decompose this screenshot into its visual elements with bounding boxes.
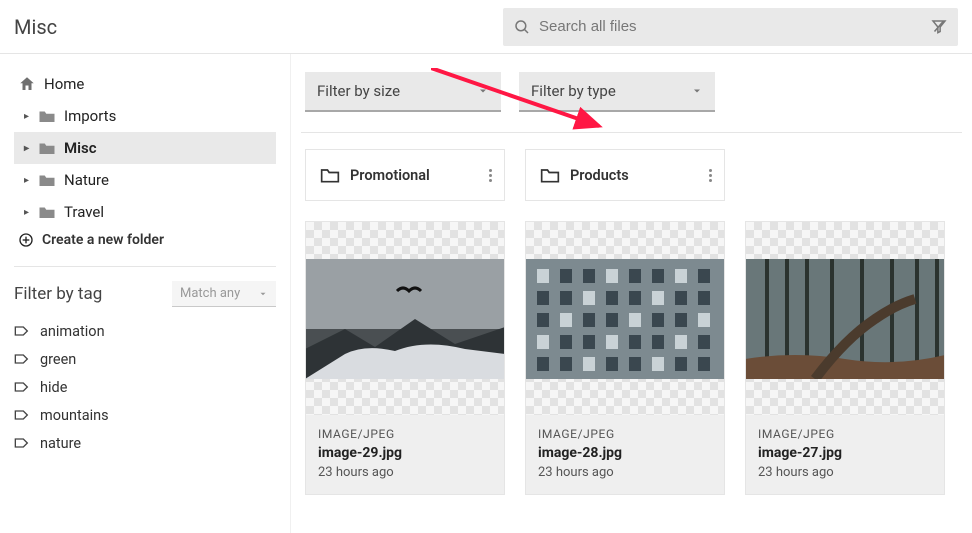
tag-icon <box>14 408 30 422</box>
image-modified-time: 23 hours ago <box>758 465 932 480</box>
tag-icon <box>14 380 30 394</box>
search-bar[interactable] <box>503 8 958 46</box>
tag-icon <box>14 436 30 450</box>
folder-icon <box>320 166 340 184</box>
image-mime-type: IMAGE/JPEG <box>318 427 492 441</box>
image-thumbnail[interactable] <box>526 222 724 415</box>
tag-icon <box>14 352 30 366</box>
sidebar-folder-label: Misc <box>64 139 97 157</box>
tag-item-animation[interactable]: animation <box>14 317 276 345</box>
folder-icon <box>38 172 56 188</box>
create-folder-button[interactable]: Create a new folder <box>14 232 276 248</box>
caret-icon: ▸ <box>24 175 34 186</box>
page-title: Misc <box>14 15 57 39</box>
caret-icon: ▸ <box>24 207 34 218</box>
chevron-down-icon <box>691 85 703 97</box>
sidebar-item-home[interactable]: Home <box>14 68 276 100</box>
sidebar-label-home: Home <box>44 75 84 93</box>
image-card[interactable]: IMAGE/JPEG image-27.jpg 23 hours ago <box>745 221 945 495</box>
filter-type-label: Filter by type <box>531 82 616 100</box>
sidebar-item-nature[interactable]: ▸ Nature <box>14 164 276 196</box>
image-mime-type: IMAGE/JPEG <box>538 427 712 441</box>
image-thumbnail[interactable] <box>746 222 944 415</box>
chevron-down-icon <box>258 289 268 299</box>
tag-item-hide[interactable]: hide <box>14 373 276 401</box>
image-modified-time: 23 hours ago <box>318 465 492 480</box>
folder-icon <box>38 108 56 124</box>
tag-item-green[interactable]: green <box>14 345 276 373</box>
image-mime-type: IMAGE/JPEG <box>758 427 932 441</box>
tag-label: nature <box>40 435 81 452</box>
folder-card-products[interactable]: Products <box>525 149 725 201</box>
folder-icon <box>38 204 56 220</box>
more-options-icon[interactable] <box>703 163 718 188</box>
caret-icon: ▸ <box>24 111 34 122</box>
filter-by-type-select[interactable]: Filter by type <box>519 72 715 112</box>
search-input[interactable] <box>539 18 930 35</box>
tag-item-nature[interactable]: nature <box>14 429 276 457</box>
sidebar-folder-label: Imports <box>64 107 116 125</box>
plus-circle-icon <box>18 232 34 248</box>
tag-mode-label: Match any <box>180 286 240 301</box>
sidebar-item-misc[interactable]: ▸ Misc <box>14 132 276 164</box>
sidebar-item-travel[interactable]: ▸ Travel <box>14 196 276 228</box>
tag-label: green <box>40 351 76 368</box>
clear-filters-icon[interactable] <box>930 18 948 36</box>
tag-label: mountains <box>40 407 109 424</box>
image-card[interactable]: IMAGE/JPEG image-28.jpg 23 hours ago <box>525 221 725 495</box>
image-thumbnail[interactable] <box>306 222 504 415</box>
image-modified-time: 23 hours ago <box>538 465 712 480</box>
caret-icon: ▸ <box>24 143 34 154</box>
home-icon <box>18 75 36 93</box>
folder-icon <box>540 166 560 184</box>
tag-label: animation <box>40 323 105 340</box>
tag-item-mountains[interactable]: mountains <box>14 401 276 429</box>
search-icon <box>513 18 531 36</box>
filter-by-tag-title: Filter by tag <box>14 284 102 304</box>
chevron-down-icon <box>477 85 489 97</box>
filter-by-size-select[interactable]: Filter by size <box>305 72 501 112</box>
image-file-name: image-28.jpg <box>538 445 712 461</box>
image-file-name: image-29.jpg <box>318 445 492 461</box>
filter-size-label: Filter by size <box>317 82 400 100</box>
more-options-icon[interactable] <box>483 163 498 188</box>
folder-card-label: Promotional <box>350 167 483 184</box>
sidebar-folder-label: Nature <box>64 171 109 189</box>
image-card[interactable]: IMAGE/JPEG image-29.jpg 23 hours ago <box>305 221 505 495</box>
folder-card-label: Products <box>570 167 703 184</box>
sidebar-item-imports[interactable]: ▸ Imports <box>14 100 276 132</box>
folder-card-promotional[interactable]: Promotional <box>305 149 505 201</box>
folder-icon <box>38 140 56 156</box>
tag-match-mode-select[interactable]: Match any <box>172 281 276 307</box>
main-content: Filter by size Filter by type Promotiona… <box>290 54 972 533</box>
sidebar-folder-label: Travel <box>64 203 104 221</box>
tag-icon <box>14 324 30 338</box>
sidebar: Home ▸ Imports▸ Misc▸ Nature▸ Travel Cre… <box>0 54 290 533</box>
create-folder-label: Create a new folder <box>42 232 164 248</box>
image-file-name: image-27.jpg <box>758 445 932 461</box>
tag-label: hide <box>40 379 67 396</box>
